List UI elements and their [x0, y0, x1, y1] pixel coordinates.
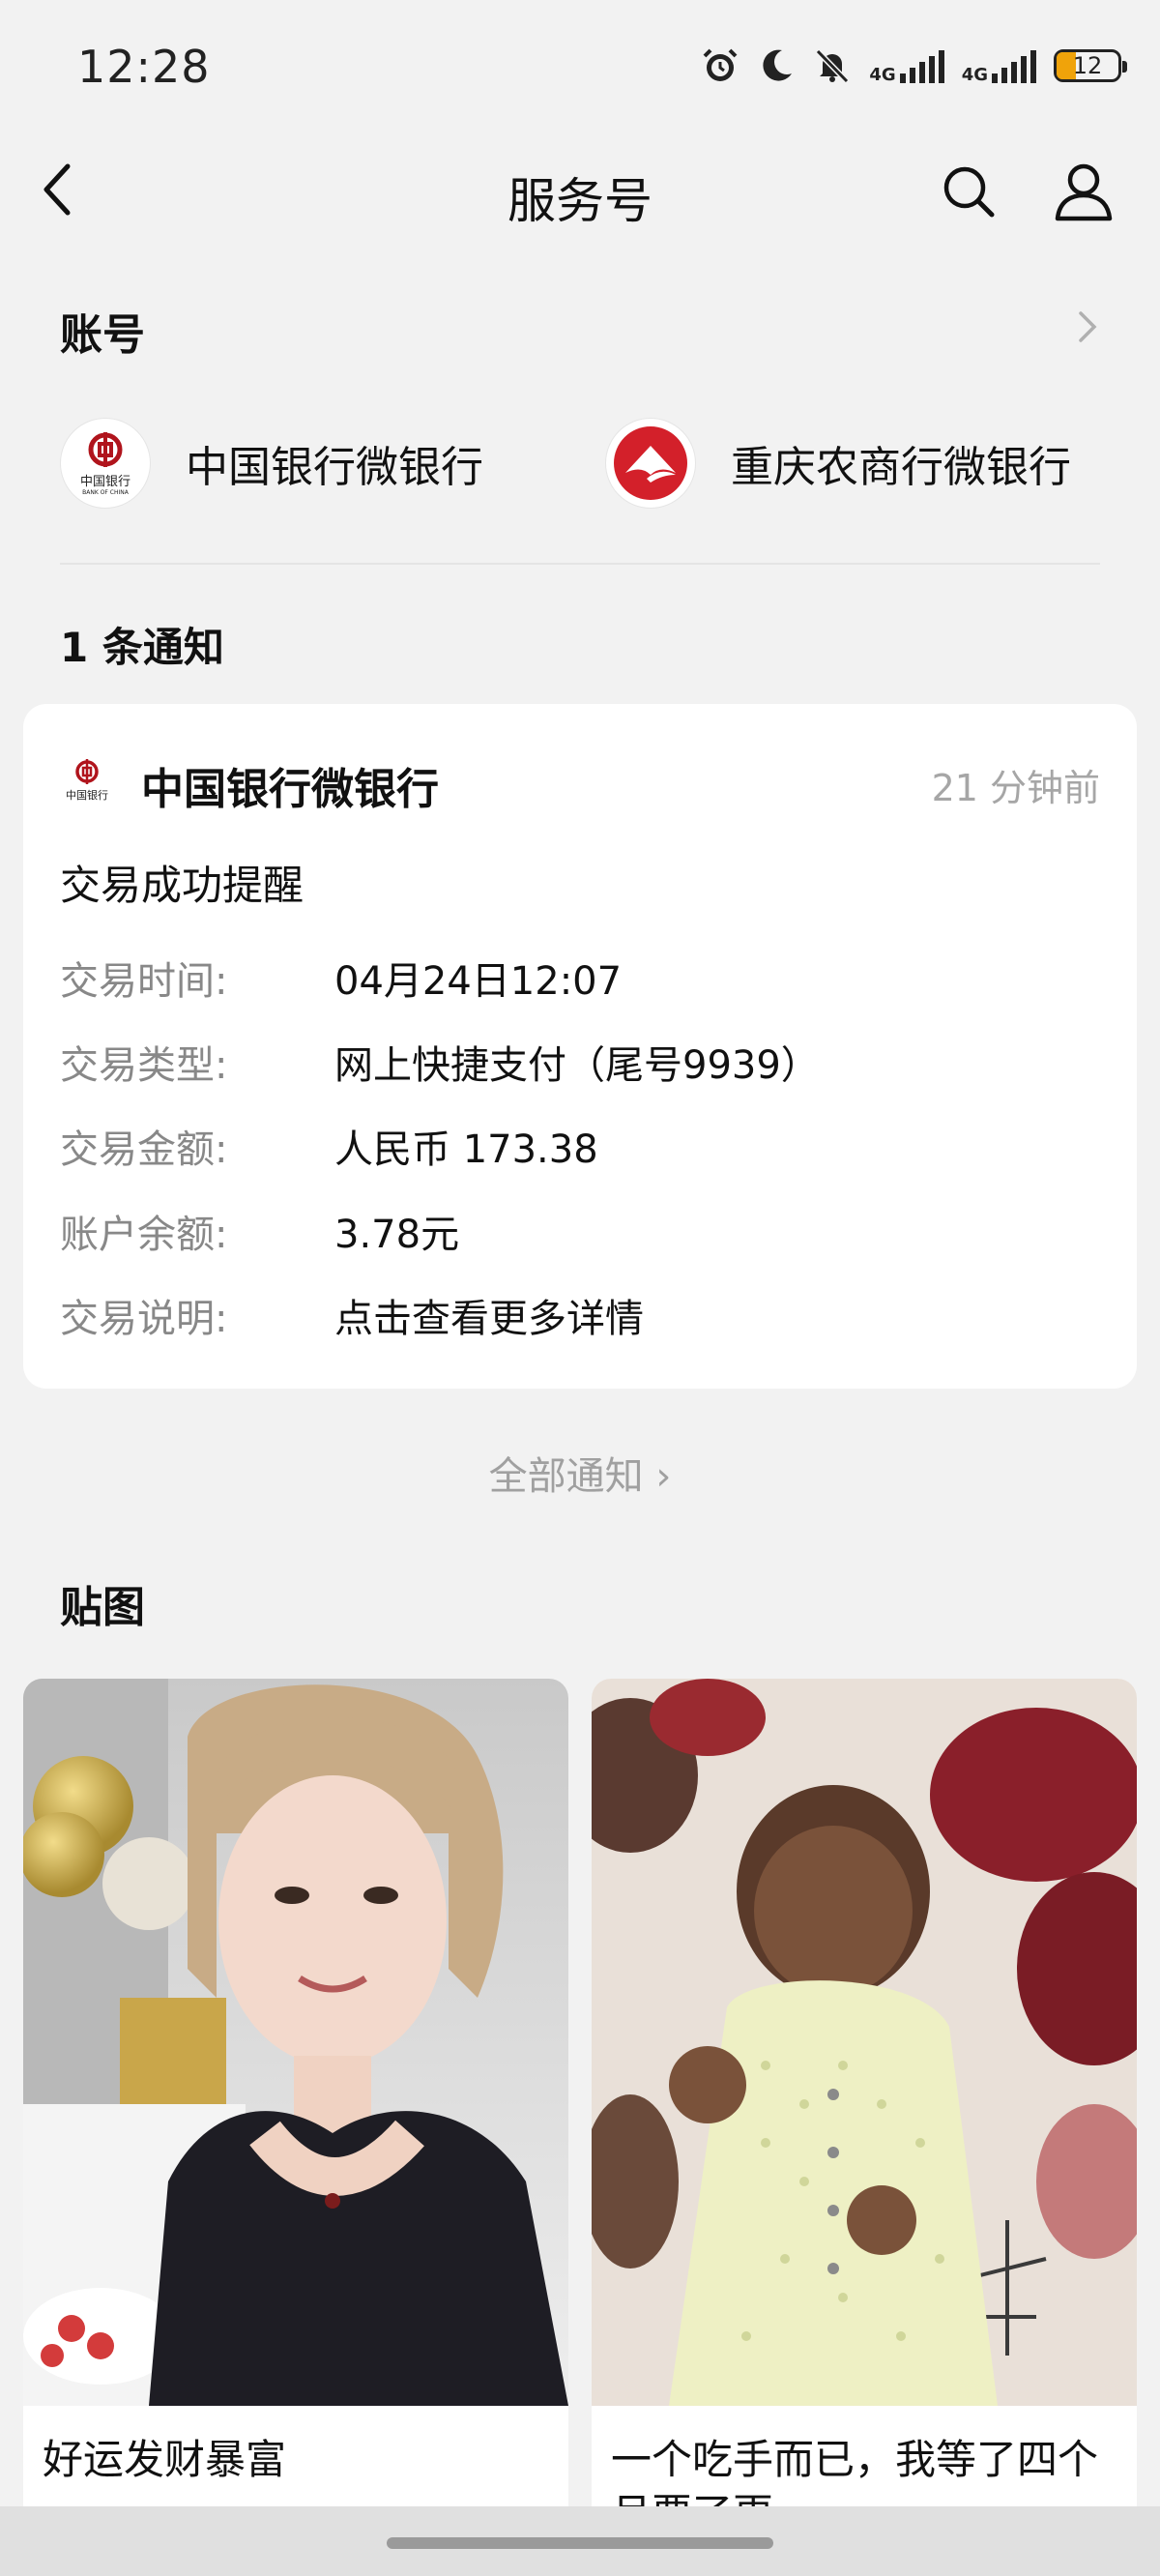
row-value: 3.78元: [334, 1213, 460, 1257]
notice-count-label: 1 条通知: [60, 624, 224, 671]
row-label: 交易类型:: [60, 1043, 228, 1088]
moon-icon: [757, 46, 796, 85]
posts-section-title: 贴图: [60, 1583, 145, 1632]
status-time: 12:28: [77, 41, 211, 93]
notice-sender: 中国银行微银行: [141, 765, 439, 814]
row-label: 交易说明:: [60, 1297, 228, 1341]
signal-2-icon: 4G: [961, 48, 1036, 85]
post-image-baby: [592, 1679, 1137, 2406]
account-item-cqrcb[interactable]: 重庆农商行微银行: [605, 418, 1071, 509]
row-value: 网上快捷支付（尾号9939）: [334, 1043, 820, 1088]
post-caption: 好运发财暴富: [43, 2436, 287, 2483]
boc-logo-small-icon: 中国银行: [56, 750, 118, 812]
all-notices-link[interactable]: 全部通知 ›: [0, 1445, 1160, 1501]
account-item-boc[interactable]: 中国银行 BANK OF CHINA 中国银行微银行: [60, 418, 483, 509]
boc-logo-icon: 中国银行 BANK OF CHINA: [60, 418, 151, 509]
notice-time: 21 分钟前: [931, 767, 1100, 809]
account-name: 重庆农商行微银行: [731, 443, 1071, 492]
account-name: 中国银行微银行: [186, 443, 483, 492]
boc-logo-text: 中国银行: [79, 475, 130, 489]
boc-logo-subtext: BANK OF CHINA: [82, 489, 129, 496]
post-card[interactable]: 一个吃手而已，我等了四个月要了更: [592, 1679, 1137, 2549]
row-label: 交易时间:: [60, 959, 228, 1004]
post-image-selfie: [23, 1679, 568, 2406]
search-icon: [943, 166, 995, 218]
signal-1-icon: 4G: [869, 48, 944, 85]
section-divider: [60, 563, 1100, 565]
notice-subject: 交易成功提醒: [60, 862, 304, 909]
row-value: 04月24日12:07: [334, 959, 623, 1004]
row-label: 账户余额:: [60, 1213, 228, 1257]
cqrcb-logo-icon: [605, 418, 696, 509]
accounts-section-title: 账号: [60, 310, 145, 360]
home-indicator[interactable]: [387, 2537, 773, 2549]
search-button[interactable]: [940, 162, 998, 220]
accounts-more-button[interactable]: [1073, 307, 1102, 346]
svg-text:中国银行: 中国银行: [66, 788, 108, 802]
network-label-2: 4G: [961, 65, 988, 85]
person-icon: [1055, 163, 1113, 221]
alarm-icon: [701, 46, 740, 85]
row-value-details-link[interactable]: 点击查看更多详情: [334, 1287, 644, 1343]
status-icons: 4G 4G 12: [701, 46, 1127, 85]
mute-bell-icon: [813, 46, 852, 85]
row-value: 人民币 173.38: [334, 1127, 598, 1172]
row-label: 交易金额:: [60, 1127, 228, 1172]
battery-level: 12: [1072, 52, 1103, 79]
battery-icon: 12: [1054, 49, 1127, 82]
network-label-1: 4G: [869, 65, 896, 85]
chevron-right-icon: [1079, 311, 1097, 342]
post-card[interactable]: 好运发财暴富: [23, 1679, 568, 2549]
profile-button[interactable]: [1052, 159, 1116, 222]
